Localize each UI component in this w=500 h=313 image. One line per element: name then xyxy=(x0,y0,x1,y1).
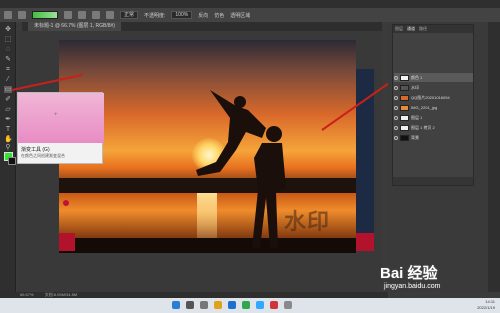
visibility-eye-icon[interactable] xyxy=(394,115,398,120)
layer-name: IMG_2201_jpg xyxy=(411,105,438,110)
store-icon[interactable] xyxy=(242,301,250,309)
layer-name: 图层 1 xyxy=(411,114,423,120)
file-explorer-icon[interactable] xyxy=(214,301,222,309)
crop-tool-icon[interactable]: ⌗ xyxy=(4,66,12,73)
type-tool-icon[interactable]: T xyxy=(4,126,12,133)
visibility-eye-icon[interactable] xyxy=(394,135,398,140)
left-red-block xyxy=(59,233,75,251)
dither-checkbox[interactable]: 仿色 xyxy=(214,12,224,19)
gradient-picker[interactable] xyxy=(32,11,58,19)
app-icon[interactable] xyxy=(270,301,278,309)
mode-select[interactable]: 正常 xyxy=(120,11,139,19)
layer-name: 背景 xyxy=(411,134,419,140)
system-clock[interactable]: 14:11 2022/1/19 xyxy=(455,299,495,311)
layer-name: 图层 1 拷贝 2 xyxy=(411,124,435,130)
layer-row[interactable]: 图层 1 拷贝 2 xyxy=(394,123,473,132)
visibility-eye-icon[interactable] xyxy=(394,125,398,130)
search-icon[interactable] xyxy=(186,301,194,309)
layer-name: 颜色 1 xyxy=(411,74,423,80)
photoshop-icon[interactable] xyxy=(256,301,264,309)
layer-thumbnail xyxy=(400,84,409,91)
gradient-tool-tooltip: + 渐变工具 (G) 在颜色之间创建渐变混合 xyxy=(17,92,104,164)
tooltip-description: 在颜色之间创建渐变混合 xyxy=(21,153,65,158)
lasso-tool-icon[interactable]: ◌ xyxy=(4,46,12,53)
transparency-checkbox[interactable]: 透明区域 xyxy=(230,12,250,19)
tab-paths[interactable]: 路径 xyxy=(419,25,427,33)
windows-taskbar: 14:11 2022/1/19 xyxy=(0,298,500,313)
move-tool-icon[interactable]: ✥ xyxy=(4,26,12,33)
document-tab[interactable]: 未标题-1 @ 66.7% (图层 1, RGB/8#) xyxy=(28,22,121,31)
baidu-logo: Bai 经验 xyxy=(380,265,438,282)
clock-date: 2022/1/19 xyxy=(477,305,495,310)
layer-thumbnail xyxy=(400,134,409,141)
document-size: 文档:6.05M/34.8M xyxy=(44,292,78,297)
layers-panel-tabs: 图层 通道 路径 xyxy=(393,25,473,33)
pen-tool-icon[interactable]: ✒ xyxy=(4,116,12,123)
panel-icon-column xyxy=(488,22,500,292)
gradient-tool-icon[interactable] xyxy=(18,11,26,19)
eraser-tool-icon[interactable]: ▱ xyxy=(4,106,12,113)
opacity-input[interactable]: 100% xyxy=(171,11,193,19)
options-bar: 正常 不透明度: 100% 反向 仿色 透明区域 xyxy=(0,8,500,22)
layer-thumbnail xyxy=(400,74,409,81)
angle-gradient-icon[interactable] xyxy=(92,11,100,19)
right-red-block xyxy=(356,233,374,251)
document-tab-bar: 未标题-1 @ 66.7% (图层 1, RGB/8#) xyxy=(22,22,382,31)
brush-tool-icon[interactable]: ✐ xyxy=(4,96,12,103)
visibility-eye-icon[interactable] xyxy=(394,105,398,110)
start-icon[interactable] xyxy=(172,301,180,309)
reflected-gradient-icon[interactable] xyxy=(106,11,114,19)
task-view-icon[interactable] xyxy=(200,301,208,309)
gradient-tool-icon[interactable]: ▭ xyxy=(4,86,12,93)
layer-row[interactable]: 背景 xyxy=(394,133,473,142)
crosshair-icon: + xyxy=(54,112,58,118)
layer-row[interactable]: 颜色 1 xyxy=(394,73,473,82)
layer-row[interactable]: 水印 xyxy=(394,83,473,92)
layers-panel: 图层 通道 路径 颜色 1 水印 QQ图片20201016094 IMG_2201_j… xyxy=(392,24,474,186)
tab-channels[interactable]: 通道 xyxy=(407,25,415,33)
tooltip-title: 渐变工具 (G) xyxy=(21,147,50,153)
visibility-eye-icon[interactable] xyxy=(394,95,398,100)
layer-row[interactable]: 图层 1 xyxy=(394,113,473,122)
layers-bottom-toolbar xyxy=(393,177,473,185)
eyedropper-tool-icon[interactable]: ⁄ xyxy=(4,76,12,83)
radial-gradient-icon[interactable] xyxy=(78,11,86,19)
marquee-tool-icon[interactable]: ⬚ xyxy=(4,36,12,43)
menu-bar xyxy=(0,0,500,8)
reverse-checkbox[interactable]: 反向 xyxy=(198,12,208,19)
hand-tool-icon[interactable]: ✋ xyxy=(4,136,13,143)
linear-gradient-icon[interactable] xyxy=(64,11,72,19)
background-color-swatch[interactable] xyxy=(8,157,16,165)
zoom-tool-icon[interactable]: ⚲ xyxy=(4,144,12,151)
red-dot xyxy=(63,200,69,206)
baidu-url: jingyan.baidu.com xyxy=(384,283,441,290)
watermark-text: 水印 xyxy=(284,209,331,235)
layer-thumbnail xyxy=(400,94,409,101)
edge-icon[interactable] xyxy=(228,301,236,309)
tooltip-preview: + xyxy=(18,93,104,143)
visibility-eye-icon[interactable] xyxy=(394,75,398,80)
visibility-eye-icon[interactable] xyxy=(394,85,398,90)
zoom-level[interactable]: 66.67% xyxy=(20,292,34,297)
quick-select-tool-icon[interactable]: ✎ xyxy=(4,56,12,63)
layer-row[interactable]: IMG_2201_jpg xyxy=(394,103,473,112)
layer-thumbnail xyxy=(400,104,409,111)
home-icon[interactable] xyxy=(4,11,12,19)
layer-thumbnail xyxy=(400,124,409,131)
opacity-label: 不透明度: xyxy=(144,12,166,19)
app-icon[interactable] xyxy=(284,301,292,309)
layer-thumbnail xyxy=(400,114,409,121)
layer-name: QQ图片20201016094 xyxy=(411,94,450,100)
tools-panel: ✥ ⬚ ◌ ✎ ⌗ ⁄ ▭ ✐ ▱ ✒ T ✋ ⚲ xyxy=(0,22,16,292)
layer-row[interactable]: QQ图片20201016094 xyxy=(394,93,473,102)
layer-name: 水印 xyxy=(411,84,419,90)
tab-layers[interactable]: 图层 xyxy=(395,25,403,33)
